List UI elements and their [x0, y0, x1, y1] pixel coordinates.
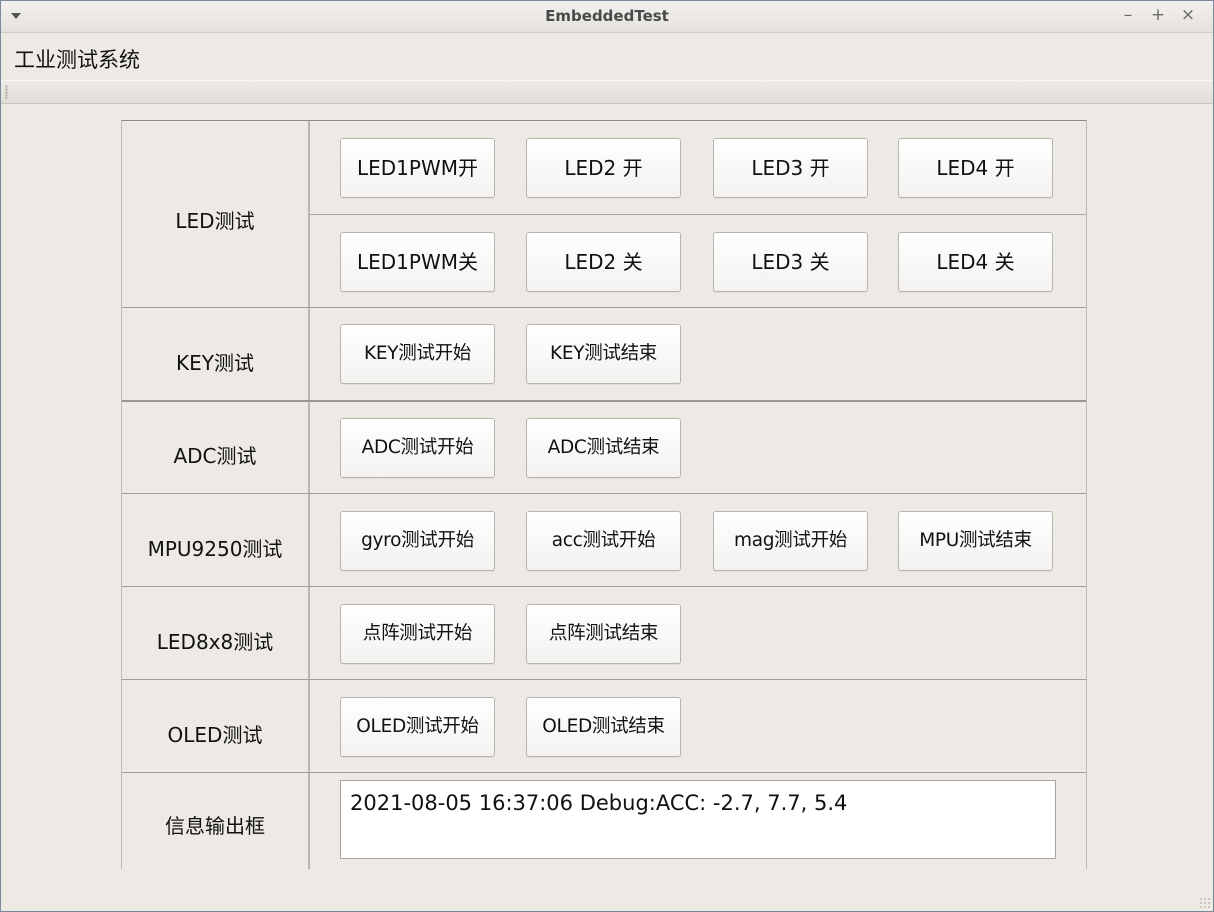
led8x8-test-label: LED8x8测试: [156, 630, 274, 654]
led2-on-button[interactable]: LED2 开: [526, 138, 681, 198]
maximize-button[interactable]: +: [1149, 5, 1167, 25]
dot-matrix-test-stop-button[interactable]: 点阵测试结束: [526, 604, 681, 664]
menu-bar: 工业测试系统: [1, 33, 1213, 79]
row-divider: [122, 307, 1086, 308]
oled-test-stop-button[interactable]: OLED测试结束: [526, 697, 681, 757]
row-divider: [122, 679, 1086, 680]
acc-test-start-button[interactable]: acc测试开始: [526, 511, 681, 571]
menu-item-industrial-test[interactable]: 工业测试系统: [14, 44, 140, 74]
key-test-start-button[interactable]: KEY测试开始: [340, 324, 495, 384]
led3-on-button[interactable]: LED3 开: [713, 138, 868, 198]
mpu-test-stop-button[interactable]: MPU测试结束: [898, 511, 1053, 571]
key-test-label: KEY测试: [176, 351, 254, 375]
dot-matrix-test-start-button[interactable]: 点阵测试开始: [340, 604, 495, 664]
output-box-label: 信息输出框: [165, 814, 265, 838]
led2-off-button[interactable]: LED2 关: [526, 232, 681, 292]
close-button[interactable]: ×: [1179, 5, 1197, 25]
row-divider: [122, 400, 1086, 402]
title-bar: EmbeddedTest – + ×: [1, 1, 1213, 33]
row-divider: [122, 493, 1086, 494]
led4-on-button[interactable]: LED4 开: [898, 138, 1053, 198]
toolbar-grip-icon[interactable]: [5, 85, 8, 99]
adc-test-start-button[interactable]: ADC测试开始: [340, 418, 495, 478]
window-title: EmbeddedTest: [545, 7, 669, 25]
key-test-stop-button[interactable]: KEY测试结束: [526, 324, 681, 384]
mag-test-start-button[interactable]: mag测试开始: [713, 511, 868, 571]
led3-off-button[interactable]: LED3 关: [713, 232, 868, 292]
led1-pwm-on-button[interactable]: LED1PWM开: [340, 138, 495, 198]
led-row-divider: [310, 214, 1086, 215]
resize-grip-icon[interactable]: [1199, 897, 1211, 909]
led1-pwm-off-button[interactable]: LED1PWM关: [340, 232, 495, 292]
adc-test-label: ADC测试: [173, 444, 257, 468]
oled-test-label: OLED测试: [167, 723, 263, 747]
gyro-test-start-button[interactable]: gyro测试开始: [340, 511, 495, 571]
adc-test-stop-button[interactable]: ADC测试结束: [526, 418, 681, 478]
led4-off-button[interactable]: LED4 关: [898, 232, 1053, 292]
toolbar: [1, 80, 1213, 104]
app-window: EmbeddedTest – + × 工业测试系统 LED测试 LED1PWM开…: [0, 0, 1214, 912]
row-divider: [122, 772, 1086, 773]
minimize-button[interactable]: –: [1119, 5, 1137, 25]
column-divider: [308, 121, 310, 869]
led-test-label: LED测试: [175, 209, 255, 233]
output-text-box[interactable]: 2021-08-05 16:37:06 Debug:ACC: -2.7, 7.7…: [340, 780, 1056, 859]
oled-test-start-button[interactable]: OLED测试开始: [340, 697, 495, 757]
row-divider: [122, 586, 1086, 587]
mpu9250-test-label: MPU9250测试: [147, 537, 283, 561]
test-grid: LED测试 LED1PWM开 LED2 开 LED3 开 LED4 开 LED1…: [121, 120, 1087, 869]
